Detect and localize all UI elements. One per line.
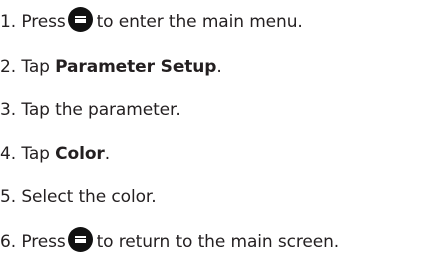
- step-1: 1. Press to enter the main menu.: [0, 7, 303, 33]
- step-ui-term: Color: [55, 144, 105, 164]
- step-3: 3. Tap the parameter.: [0, 97, 181, 123]
- step-text: .: [104, 144, 110, 164]
- step-number: 6.: [0, 232, 17, 252]
- menu-key-icon: [67, 227, 93, 252]
- step-text: Press: [21, 12, 66, 32]
- step-text: Tap the parameter.: [21, 100, 181, 120]
- step-2: 2. Tap Parameter Setup.: [0, 54, 222, 80]
- instruction-steps-list: 1. Press to enter the main menu. 2. Tap P…: [0, 0, 431, 273]
- step-number: 3.: [0, 100, 17, 120]
- step-text: to return to the main screen.: [96, 232, 340, 252]
- step-5: 5. Select the color.: [0, 184, 157, 210]
- step-text: Select the color.: [21, 187, 157, 207]
- menu-key-icon: [67, 7, 93, 32]
- step-number: 4.: [0, 144, 17, 164]
- step-6: 6. Press to return to the main screen.: [0, 227, 339, 253]
- step-text: Tap: [21, 144, 50, 164]
- step-4: 4. Tap Color.: [0, 141, 110, 167]
- step-text: Tap: [21, 57, 50, 77]
- step-number: 2.: [0, 57, 17, 77]
- step-text: Press: [21, 232, 66, 252]
- step-text: to enter the main menu.: [96, 12, 303, 32]
- step-number: 5.: [0, 187, 17, 207]
- step-ui-term: Parameter Setup: [55, 57, 217, 77]
- step-text: .: [216, 57, 222, 77]
- step-number: 1.: [0, 12, 17, 32]
